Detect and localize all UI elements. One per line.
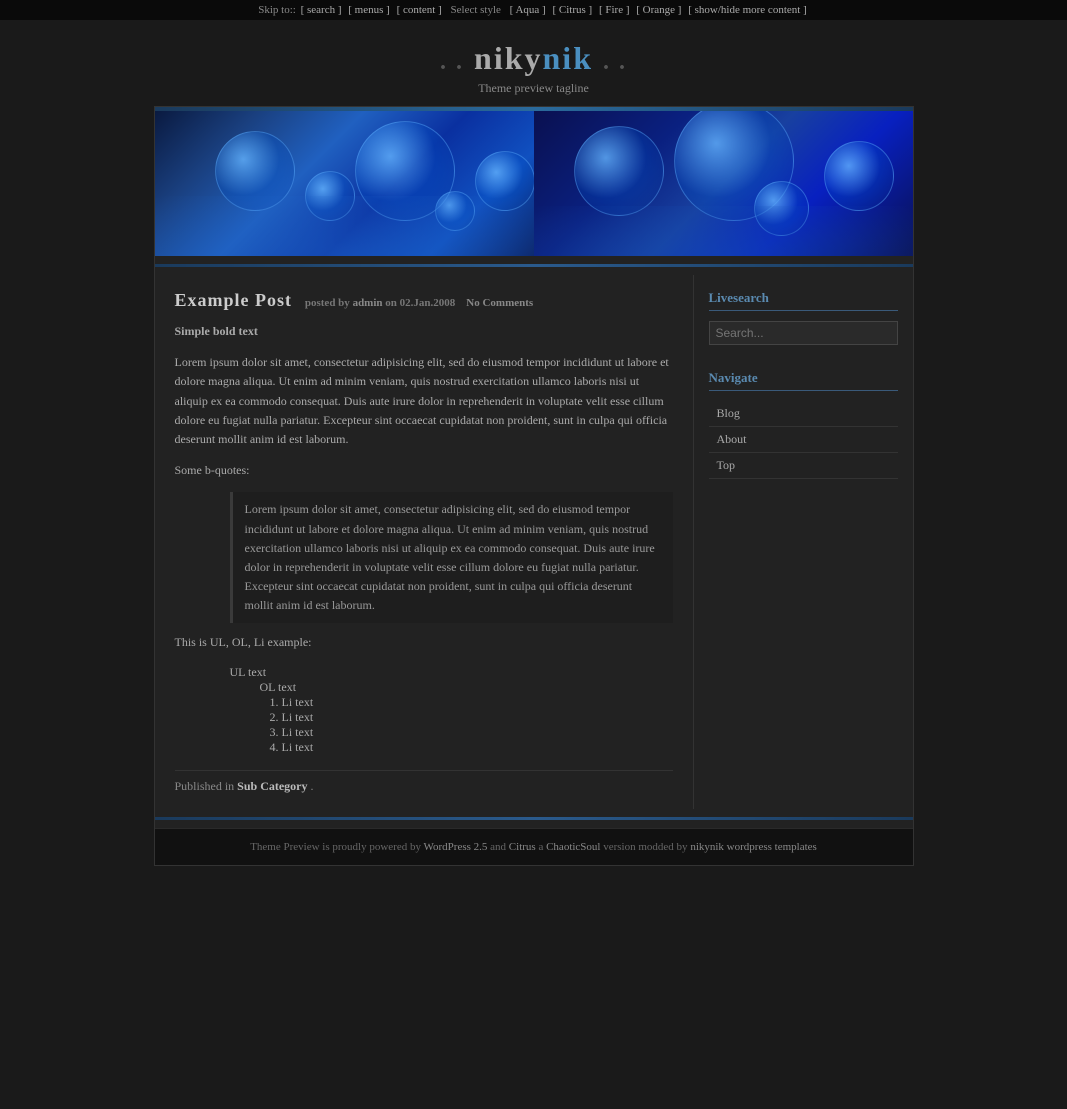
style-orange[interactable]: [ Orange ]	[636, 4, 681, 16]
skip-search[interactable]: [ search ]	[301, 4, 342, 16]
li-text-2: Li text	[282, 710, 314, 724]
water-reflection	[155, 196, 534, 256]
footer-chaoticsoul-link[interactable]: ChaoticSoul	[546, 841, 600, 853]
li-item-4: 4. Li text	[270, 740, 673, 755]
nav-about[interactable]: About	[709, 427, 898, 453]
skip-content[interactable]: [ content ]	[397, 4, 442, 16]
bottom-divider	[155, 817, 913, 820]
style-aqua[interactable]: [ Aqua ]	[510, 4, 546, 16]
li-item-1: 1. Li text	[270, 695, 673, 710]
main-wrapper: Example Post posted by admin on 02.Jan.2…	[154, 106, 914, 866]
search-input[interactable]	[709, 321, 898, 345]
title-dots-right: . .	[603, 49, 627, 75]
skip-bar: Skip to:: [ search ] [ menus ] [ content…	[0, 0, 1067, 20]
footer-nikynik-link[interactable]: nikynik wordpress templates	[690, 841, 816, 853]
li-list: 1. Li text 2. Li text 3. Li text 4. Li t…	[270, 695, 673, 755]
sidebar: Livesearch Navigate Blog About Top	[693, 275, 913, 809]
image-strip	[155, 111, 913, 256]
ol-text: OL text	[260, 680, 297, 694]
blockquote-text: Lorem ipsum dolor sit amet, consectetur …	[245, 502, 655, 612]
navigate-section: Navigate Blog About Top	[709, 370, 898, 479]
ul-item: UL text OL text 1. Li text 2. Li text 3.…	[230, 665, 673, 755]
skip-label: Skip to::	[258, 4, 296, 16]
content-area: Example Post posted by admin on 02.Jan.2…	[155, 275, 913, 809]
post-paragraph: Lorem ipsum dolor sit amet, consectetur …	[175, 353, 673, 449]
site-header: . . nikynik . . Theme preview tagline	[0, 20, 1067, 106]
li-text-1: Li text	[282, 695, 314, 709]
post-meta: posted by admin on 02.Jan.2008 No Commen…	[305, 297, 533, 309]
select-style-label: Select style	[451, 4, 501, 16]
post-blockquote: Lorem ipsum dolor sit amet, consectetur …	[230, 492, 673, 623]
post-bold-heading: Simple bold text	[175, 322, 673, 341]
li-num-3: 3.	[270, 725, 282, 739]
post-article: Example Post posted by admin on 02.Jan.2…	[175, 290, 673, 794]
list-section: UL text OL text 1. Li text 2. Li text 3.…	[230, 665, 673, 755]
li-text-3: Li text	[282, 725, 314, 739]
bubble-9	[824, 141, 894, 211]
title-dots-left: . .	[440, 49, 464, 75]
post-footer: Published in Sub Category .	[175, 770, 673, 794]
title-nik: nik	[543, 40, 593, 76]
post-meta-prefix: posted by	[305, 297, 350, 309]
ul-list: UL text OL text 1. Li text 2. Li text 3.…	[230, 665, 673, 755]
post-title: Example Post	[175, 290, 293, 310]
image-right	[534, 111, 913, 256]
footer-text4: version modded by	[603, 841, 687, 853]
ol-wrapper: OL text 1. Li text 2. Li text 3. Li text…	[260, 680, 673, 755]
ul-text: UL text	[230, 665, 267, 679]
image-left	[155, 111, 534, 256]
post-date: 02.Jan.2008	[400, 297, 456, 309]
bubble-6	[574, 126, 664, 216]
style-show-hide[interactable]: [ show/hide more content ]	[688, 4, 807, 16]
footer-text1: Theme Preview is proudly powered by	[250, 841, 421, 853]
main-content: Example Post posted by admin on 02.Jan.2…	[155, 275, 693, 809]
style-fire[interactable]: [ Fire ]	[599, 4, 630, 16]
blockquote-label: Some b-quotes:	[175, 461, 673, 480]
skip-menus[interactable]: [ menus ]	[348, 4, 390, 16]
footer-text2: and	[490, 841, 506, 853]
post-title-container: Example Post posted by admin on 02.Jan.2…	[175, 290, 673, 312]
livesearch-title: Livesearch	[709, 290, 898, 311]
li-num-2: 2.	[270, 710, 282, 724]
title-niky: niky	[474, 40, 542, 76]
nav-blog[interactable]: Blog	[709, 401, 898, 427]
footer-category[interactable]: Sub Category	[237, 779, 307, 793]
li-text-4: Li text	[282, 740, 314, 754]
site-tagline: Theme preview tagline	[0, 81, 1067, 96]
nav-top[interactable]: Top	[709, 453, 898, 479]
footer-citrus-link[interactable]: Citrus	[509, 841, 536, 853]
li-num-4: 4.	[270, 740, 282, 754]
li-num-1: 1.	[270, 695, 282, 709]
post-comments[interactable]: No Comments	[466, 297, 533, 309]
li-item-3: 3. Li text	[270, 725, 673, 740]
footer: Theme Preview is proudly powered by Word…	[155, 828, 913, 865]
footer-prefix: Published in	[175, 779, 235, 793]
style-citrus[interactable]: [ Citrus ]	[552, 4, 592, 16]
li-item-2: 2. Li text	[270, 710, 673, 725]
top-divider	[155, 264, 913, 267]
list-label: This is UL, OL, Li example:	[175, 633, 673, 652]
ol-item-label: OL text 1. Li text 2. Li text 3. Li text…	[260, 680, 673, 755]
navigate-title: Navigate	[709, 370, 898, 391]
footer-text3: a	[538, 841, 543, 853]
footer-wordpress-link[interactable]: WordPress 2.5	[424, 841, 488, 853]
post-body: Simple bold text Lorem ipsum dolor sit a…	[175, 322, 673, 755]
post-date-prefix: on	[385, 297, 397, 309]
post-author[interactable]: admin	[353, 297, 383, 309]
site-title: . . nikynik . .	[0, 40, 1067, 77]
footer-suffix: .	[311, 779, 314, 793]
water-reflection-2	[534, 206, 913, 256]
